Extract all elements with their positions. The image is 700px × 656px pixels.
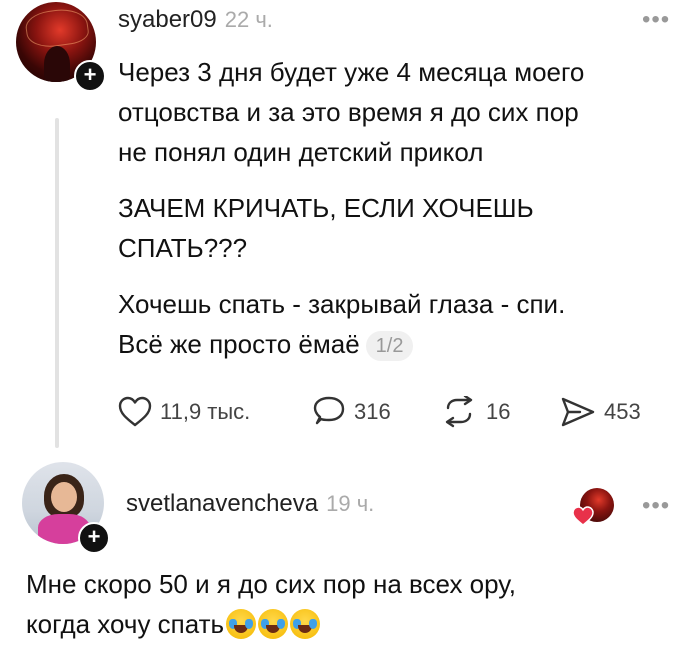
comment-line: Всё же просто ёмаё 1/2: [118, 324, 688, 364]
follow-plus-button[interactable]: +: [78, 522, 110, 554]
comment2-header: svetlanavencheva 19 ч.: [126, 490, 374, 518]
avatar-sketch: [23, 5, 91, 51]
tears-of-joy-emoji-icon: [290, 609, 321, 639]
comment2-body: Мне скоро 50 и я до сих пор на всех ору,…: [26, 564, 686, 644]
comment-line: отцовства и за это время я до сих пор: [118, 97, 579, 127]
comment-line-text: когда хочу спать: [26, 609, 225, 639]
tears-of-joy-emoji-icon: [258, 609, 289, 639]
heart-icon: [118, 396, 152, 427]
comment-line: Через 3 дня будет уже 4 месяца моего: [118, 57, 585, 87]
comment-line: не понял один детский прикол: [118, 137, 484, 167]
comment1-paragraph2: ЗАЧЕМ КРИЧАТЬ, ЕСЛИ ХОЧЕШЬ СПАТЬ???: [118, 188, 688, 268]
timestamp: 22 ч.: [224, 7, 273, 32]
thread-line: [55, 118, 59, 448]
follow-plus-button[interactable]: +: [74, 60, 106, 92]
comment1-header: syaber09 22 ч.: [118, 6, 273, 34]
avatar-face: [51, 482, 77, 512]
username[interactable]: svetlanavencheva: [126, 490, 318, 517]
heart-icon: [572, 506, 594, 526]
comment-line: Мне скоро 50 и я до сих пор на всех ору,: [26, 569, 516, 599]
repost-icon: [445, 396, 473, 428]
send-icon: [561, 397, 595, 427]
username[interactable]: syaber09: [118, 6, 217, 33]
comment-line: когда хочу спать: [26, 604, 686, 644]
more-options-icon[interactable]: •••: [642, 6, 670, 34]
shares-count: 453: [604, 399, 641, 424]
like-button[interactable]: 11,9 тыс.: [118, 396, 250, 428]
comment1-body: Через 3 дня будет уже 4 месяца моего отц…: [118, 52, 688, 172]
comment-line: Хочешь спать - закрывай глаза - спи.: [118, 289, 566, 319]
likes-count: 11,9 тыс.: [160, 399, 251, 424]
tears-of-joy-emoji-icon: [226, 609, 257, 639]
page-indicator[interactable]: 1/2: [365, 331, 414, 362]
comments-count: 316: [354, 399, 391, 424]
avatar-figure: [44, 46, 70, 82]
comment-line-text: Всё же просто ёмаё: [118, 329, 360, 359]
reposts-count: 16: [486, 399, 511, 424]
repost-button[interactable]: 16: [440, 396, 510, 428]
timestamp: 19 ч.: [326, 491, 375, 516]
comment-line: СПАТЬ???: [118, 233, 248, 263]
comment1-paragraph3: Хочешь спать - закрывай глаза - спи. Всё…: [118, 284, 688, 364]
reply-button[interactable]: 316: [312, 396, 391, 428]
comment-line: ЗАЧЕМ КРИЧАТЬ, ЕСЛИ ХОЧЕШЬ: [118, 193, 534, 223]
more-options-icon[interactable]: •••: [642, 492, 670, 520]
author-liked-badge: [572, 488, 614, 528]
share-button[interactable]: 453: [560, 396, 641, 428]
comment-bubble-icon: [313, 396, 345, 425]
